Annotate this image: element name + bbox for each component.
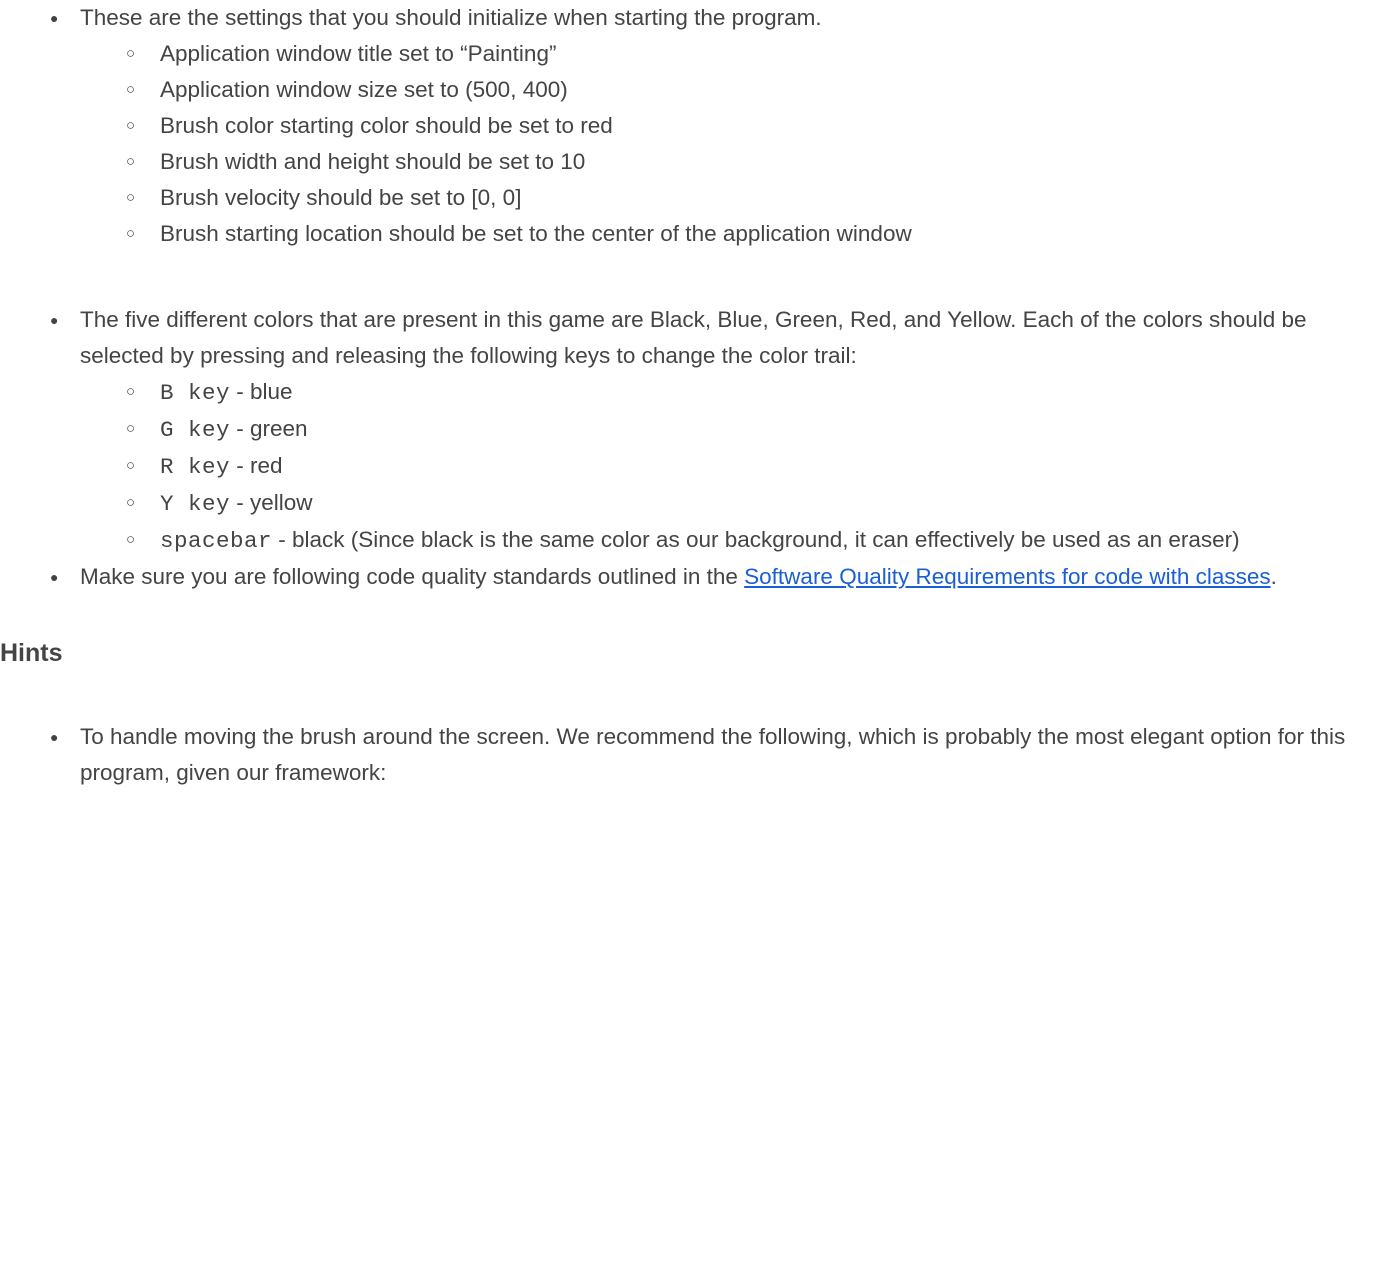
list-item: The five different colors that are prese…: [40, 302, 1354, 559]
software-quality-link[interactable]: Software Quality Requirements for code w…: [744, 564, 1270, 589]
list-item: spacebar - black (Since black is the sam…: [120, 522, 1354, 559]
bullet-list-outer: These are the settings that you should i…: [0, 0, 1394, 252]
setting-text: Brush velocity should be set to [0, 0]: [160, 185, 521, 210]
list-item: G key - green: [120, 411, 1354, 448]
setting-text: Brush starting location should be set to…: [160, 221, 912, 246]
quality-pre-text: Make sure you are following code quality…: [80, 564, 744, 589]
document-content: These are the settings that you should i…: [0, 0, 1394, 791]
list-item: Application window size set to (500, 400…: [120, 72, 1354, 108]
bullet-list-inner: Application window title set to “Paintin…: [80, 36, 1354, 252]
list-item: Brush starting location should be set to…: [120, 216, 1354, 252]
bullet-list-outer: To handle moving the brush around the sc…: [0, 719, 1394, 791]
key-code: G key: [160, 417, 230, 443]
key-desc: - red: [230, 453, 283, 478]
setting-text: Application window title set to “Paintin…: [160, 41, 556, 66]
bullet-list-outer: The five different colors that are prese…: [0, 302, 1394, 595]
list-item: Brush color starting color should be set…: [120, 108, 1354, 144]
key-desc: - blue: [230, 379, 293, 404]
list-item: Brush width and height should be set to …: [120, 144, 1354, 180]
hint-text: To handle moving the brush around the sc…: [80, 724, 1345, 785]
list-item: Y key - yellow: [120, 485, 1354, 522]
key-code: B key: [160, 380, 230, 406]
key-code: Y key: [160, 491, 230, 517]
key-desc: - green: [230, 416, 308, 441]
colors-intro-text: The five different colors that are prese…: [80, 307, 1307, 368]
list-item: R key - red: [120, 448, 1354, 485]
list-item: B key - blue: [120, 374, 1354, 411]
list-item: Make sure you are following code quality…: [40, 559, 1354, 595]
spacer: [0, 252, 1394, 302]
key-code: R key: [160, 454, 230, 480]
setting-text: Brush color starting color should be set…: [160, 113, 613, 138]
quality-post-text: .: [1271, 564, 1277, 589]
bullet-list-inner: B key - blue G key - green R key - red Y…: [80, 374, 1354, 559]
key-code: spacebar: [160, 528, 272, 554]
spacer: [0, 711, 1394, 719]
setting-text: Brush width and height should be set to …: [160, 149, 585, 174]
list-item: These are the settings that you should i…: [40, 0, 1354, 252]
list-item: Brush velocity should be set to [0, 0]: [120, 180, 1354, 216]
list-item: To handle moving the brush around the sc…: [40, 719, 1354, 791]
setting-text: Application window size set to (500, 400…: [160, 77, 568, 102]
key-desc: - yellow: [230, 490, 313, 515]
key-desc: - black (Since black is the same color a…: [272, 527, 1240, 552]
hints-heading: Hints: [0, 633, 1394, 673]
init-settings-text: These are the settings that you should i…: [80, 5, 822, 30]
list-item: Application window title set to “Paintin…: [120, 36, 1354, 72]
